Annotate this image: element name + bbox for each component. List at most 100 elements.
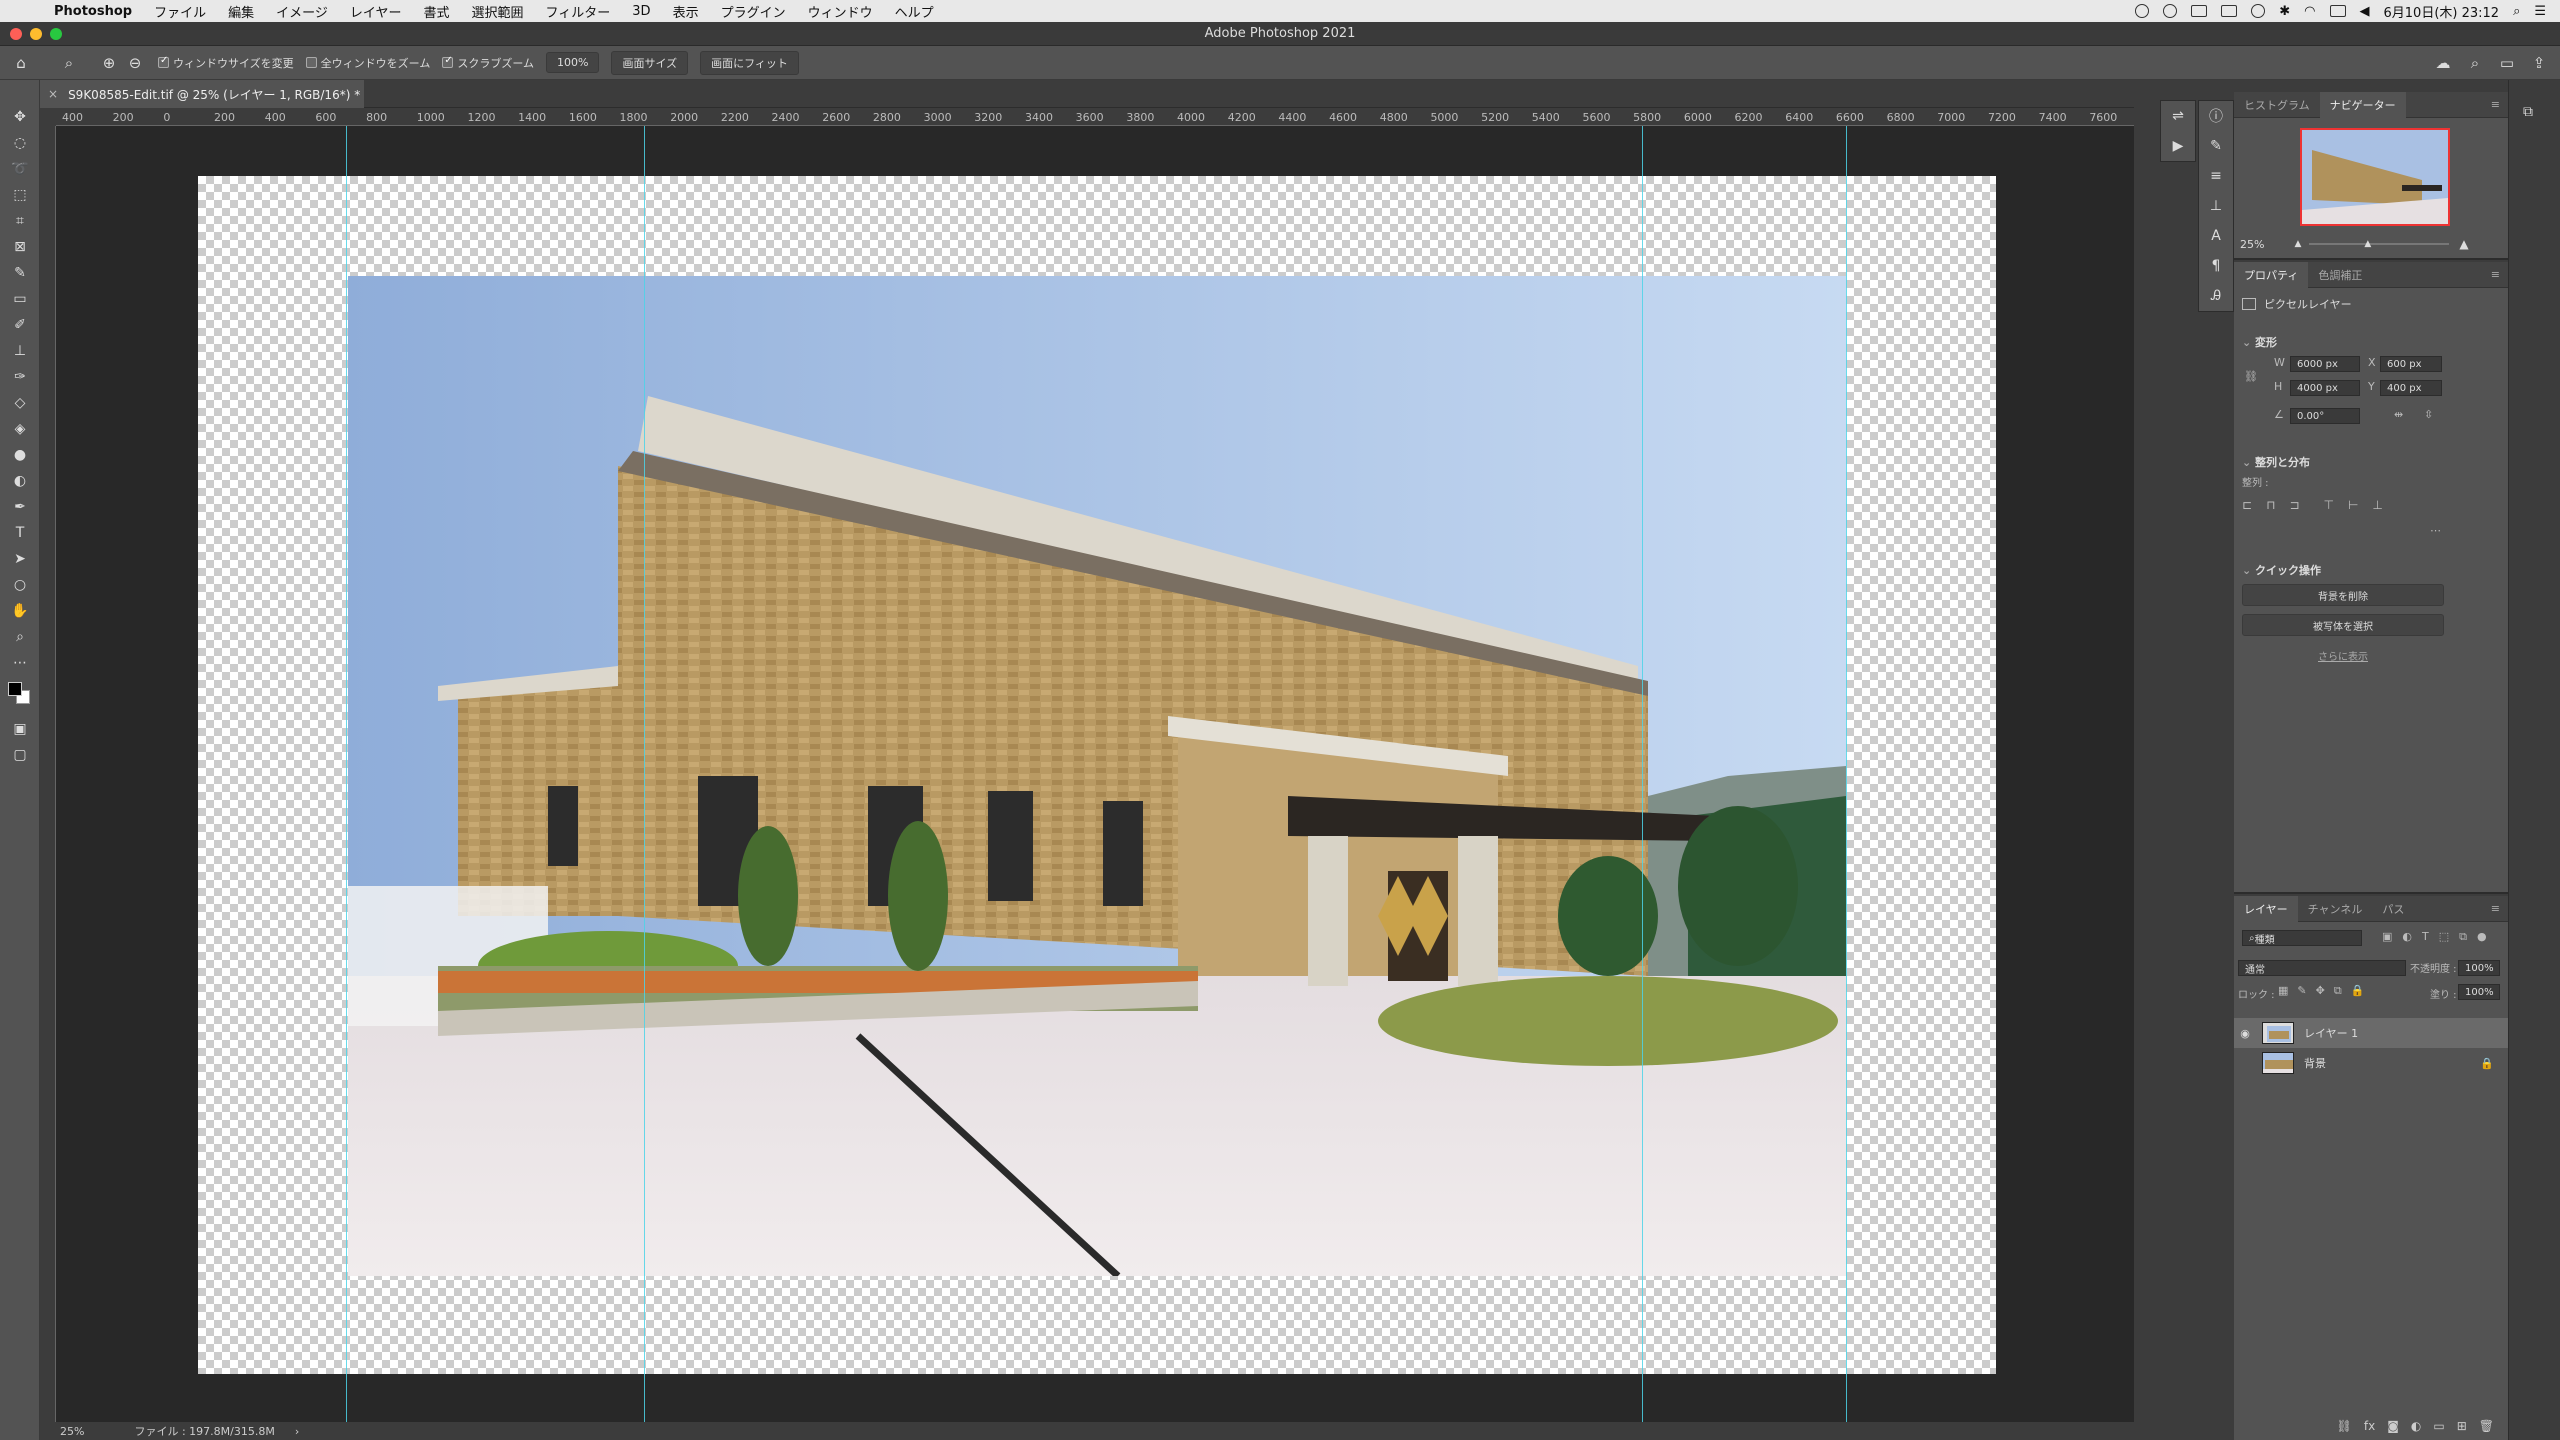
tab-paths[interactable]: パス — [2372, 896, 2414, 922]
flip-vertical-icon[interactable]: ⇳ — [2424, 408, 2433, 421]
clone-source-icon[interactable]: ⊥ — [2199, 191, 2233, 221]
lock-position-icon[interactable]: ✥ — [2316, 984, 2325, 998]
menu-app-name[interactable]: Photoshop — [54, 4, 132, 19]
link-proportions-icon[interactable]: ⛓ — [2244, 370, 2258, 383]
history-brush-icon[interactable]: ✑ — [0, 364, 40, 390]
quick-actions-section-header[interactable]: クイック操作 — [2234, 562, 2321, 578]
layer-row[interactable]: 背景 🔒 — [2234, 1048, 2508, 1078]
layer-name[interactable]: レイヤー 1 — [2304, 1025, 2358, 1041]
share-icon[interactable]: ⇪ — [2528, 52, 2550, 74]
more-align-options-icon[interactable]: ⋯ — [2430, 524, 2441, 537]
home-icon[interactable]: ⌂ — [10, 52, 32, 74]
display-icon[interactable] — [2191, 5, 2208, 17]
adjust-panel-icon[interactable]: ≡ — [2199, 161, 2233, 191]
layer-name[interactable]: 背景 — [2304, 1055, 2326, 1071]
brush-tool-icon[interactable]: ✐ — [0, 312, 40, 338]
show-more-link[interactable]: さらに表示 — [2234, 648, 2452, 663]
paragraph-panel-icon[interactable]: ¶ — [2199, 251, 2233, 281]
menu-image[interactable]: イメージ — [276, 2, 328, 21]
info-panel-icon[interactable]: ⓘ — [2199, 101, 2233, 131]
time-machine-icon[interactable] — [2251, 4, 2266, 18]
zoom-all-checkbox[interactable]: 全ウィンドウをズーム — [305, 55, 430, 71]
path-select-tool-icon[interactable]: ➤ — [0, 546, 40, 572]
ruler-corner[interactable] — [40, 108, 56, 126]
character-panel-icon[interactable]: A — [2199, 221, 2233, 251]
shape-tool-icon[interactable]: ○ — [0, 572, 40, 598]
stamp-tool-icon[interactable]: ⊥ — [0, 338, 40, 364]
foreground-color-swatch[interactable] — [8, 682, 22, 696]
document-canvas[interactable] — [198, 176, 1996, 1374]
align-hcenter-icon[interactable]: ⊓ — [2266, 498, 2275, 512]
panel-menu-icon[interactable]: ≡ — [2491, 98, 2500, 111]
move-tool-icon[interactable]: ✥ — [0, 104, 40, 130]
lasso-tool-icon[interactable]: ➰ — [0, 156, 40, 182]
color-swatches[interactable] — [0, 676, 39, 716]
history-panel-icon[interactable]: ⇌ — [2161, 101, 2195, 131]
tab-histogram[interactable]: ヒストグラム — [2234, 92, 2320, 118]
remove-background-button[interactable]: 背景を削除 — [2242, 584, 2444, 606]
more-tools-icon[interactable]: ⋯ — [0, 650, 40, 676]
link-layers-icon[interactable]: ⛓ — [2337, 1419, 2352, 1433]
filter-type-icon[interactable]: T — [2422, 930, 2429, 944]
menu-3d[interactable]: 3D — [632, 4, 650, 19]
menu-help[interactable]: ヘルプ — [895, 2, 934, 21]
horizontal-ruler[interactable]: 400 200 0 200 400 600 800 1000 1200 1400 1600 1800 2… — [56, 108, 2134, 126]
vertical-ruler[interactable] — [40, 126, 56, 1422]
globe-icon[interactable] — [2163, 4, 2178, 18]
opacity-field[interactable]: 100% — [2458, 960, 2500, 976]
navigator-zoom-slider[interactable]: ▲ — [2309, 239, 2450, 249]
brush-panel-icon[interactable]: ✎ — [2199, 131, 2233, 161]
zoom-out-icon[interactable]: ⊖ — [124, 52, 146, 74]
add-mask-icon[interactable]: ◙ — [2387, 1419, 2399, 1433]
menu-select[interactable]: 選択範囲 — [472, 2, 524, 21]
fit-screen-button[interactable]: 画面サイズ — [611, 50, 689, 75]
canvas-area[interactable] — [56, 126, 2134, 1422]
fill-screen-button[interactable]: 画面にフィット — [700, 50, 799, 75]
hand-tool-icon[interactable]: ✋ — [0, 598, 40, 624]
scrubby-zoom-checkbox[interactable]: スクラブズーム — [442, 55, 534, 71]
glyphs-panel-icon[interactable]: Ꭿ — [2199, 281, 2233, 311]
blend-mode-select[interactable]: 通常 — [2238, 960, 2406, 976]
guide-line[interactable] — [1846, 126, 1847, 1422]
select-subject-button[interactable]: 被写体を選択 — [2242, 614, 2444, 636]
new-group-icon[interactable]: ▭ — [2433, 1419, 2444, 1433]
zoom-window-button[interactable] — [50, 28, 62, 40]
eyedropper-tool-icon[interactable]: ✎ — [0, 260, 40, 286]
control-center-icon[interactable]: ☰ — [2534, 4, 2546, 19]
crop-tool-icon[interactable]: ⌗ — [0, 208, 40, 234]
menu-file[interactable]: ファイル — [154, 2, 206, 21]
lock-artboard-icon[interactable]: ⧉ — [2334, 984, 2342, 998]
angle-field[interactable]: 0.00° — [2290, 408, 2360, 424]
fill-field[interactable]: 100% — [2458, 984, 2500, 1000]
spotlight-icon[interactable]: ⌕ — [2513, 4, 2520, 19]
libraries-panel-icon[interactable]: ⧉ — [2523, 104, 2560, 120]
close-window-button[interactable] — [10, 28, 22, 40]
status-expand-icon[interactable]: › — [295, 1425, 299, 1438]
navigator-thumbnail[interactable] — [2300, 128, 2450, 226]
dodge-tool-icon[interactable]: ◐ — [0, 468, 40, 494]
transform-section-header[interactable]: 変形 — [2234, 334, 2277, 350]
minimize-window-button[interactable] — [30, 28, 42, 40]
screen-icon[interactable] — [2221, 5, 2238, 17]
filter-toggle-icon[interactable]: ● — [2477, 930, 2487, 944]
lock-image-icon[interactable]: ✎ — [2297, 984, 2306, 998]
menubar-clock[interactable]: 6月10日(木) 23:12 — [2384, 2, 2500, 21]
volume-icon[interactable]: ◀ — [2360, 4, 2370, 19]
status-file-info[interactable]: ファイル : 197.8M/315.8M — [134, 1423, 274, 1439]
blur-tool-icon[interactable]: ● — [0, 442, 40, 468]
menu-plugins[interactable]: プラグイン — [721, 2, 786, 21]
zoom-in-icon[interactable]: ⊕ — [98, 52, 120, 74]
menu-edit[interactable]: 編集 — [228, 2, 254, 21]
x-field[interactable]: 600 px — [2380, 356, 2442, 372]
screen-mode-icon[interactable]: ▢ — [0, 742, 40, 768]
align-left-icon[interactable]: ⊏ — [2242, 498, 2252, 512]
workspace-icon[interactable]: ▭ — [2496, 52, 2518, 74]
keyboard-icon[interactable] — [2329, 5, 2346, 17]
frame-tool-icon[interactable]: ⊠ — [0, 234, 40, 260]
y-field[interactable]: 400 px — [2380, 380, 2442, 396]
filter-smart-icon[interactable]: ⧉ — [2459, 930, 2467, 944]
quick-mask-icon[interactable]: ▣ — [0, 716, 40, 742]
align-right-icon[interactable]: ⊐ — [2289, 498, 2299, 512]
document-tab[interactable]: × S9K08585-Edit.tif @ 25% (レイヤー 1, RGB/1… — [40, 80, 364, 108]
layer-row[interactable]: ◉ レイヤー 1 — [2234, 1018, 2508, 1048]
